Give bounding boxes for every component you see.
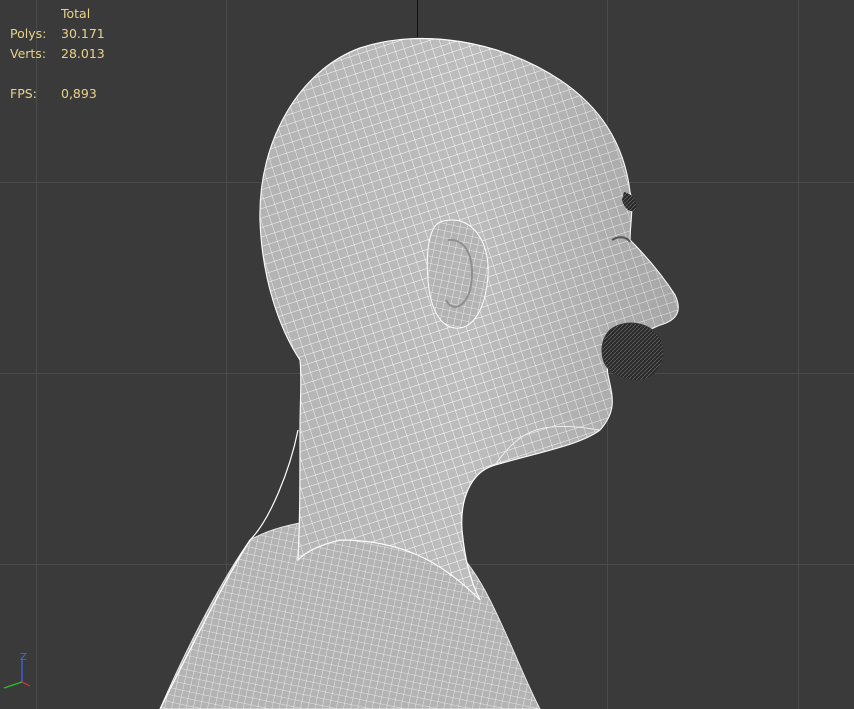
- shoulder-mesh: [159, 517, 541, 709]
- verts-label: Verts:: [10, 46, 47, 61]
- axis-z-label: Z: [20, 652, 27, 663]
- 3d-viewport[interactable]: Total Polys: 30.171 Verts: 28.013 FPS: 0…: [0, 0, 854, 709]
- fps-label: FPS:: [10, 86, 37, 101]
- beard-hair: [601, 322, 664, 381]
- polys-value: 30.171: [61, 26, 105, 41]
- head-wireframe-model[interactable]: [0, 0, 854, 709]
- ear-mesh: [426, 219, 489, 329]
- fps-value: 0,893: [61, 86, 97, 101]
- stats-total-header: Total: [61, 6, 91, 21]
- polys-label: Polys:: [10, 26, 47, 41]
- verts-value: 28.013: [61, 46, 105, 61]
